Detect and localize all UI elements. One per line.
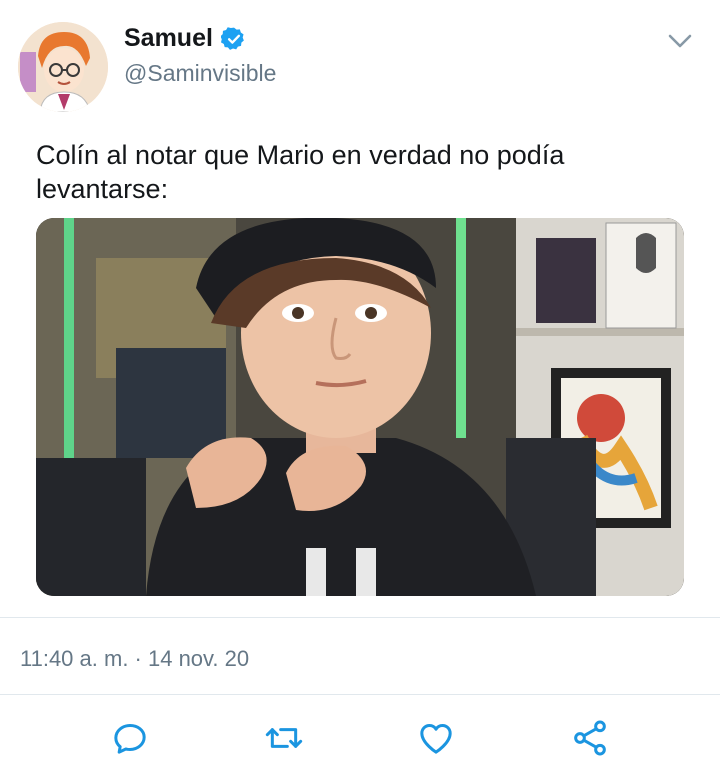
tweet-text: Colín al notar que Mario en verdad no po…	[36, 140, 565, 204]
reply-icon	[114, 724, 146, 754]
display-name[interactable]: Samuel	[124, 24, 213, 53]
like-button[interactable]	[416, 718, 456, 758]
divider-top	[0, 617, 720, 618]
chevron-down-icon[interactable]	[666, 30, 694, 52]
tweet-card: Samuel @Saminvisible Colín al notar que …	[0, 0, 720, 782]
cartoon-avatar-icon	[18, 22, 108, 112]
verified-badge-icon	[220, 26, 244, 50]
tweet-timestamp[interactable]: 11:40 a. m. · 14 nov. 20	[20, 646, 249, 672]
heart-icon	[420, 724, 452, 754]
tweet-media-image[interactable]	[36, 218, 684, 596]
tweet-actions	[0, 712, 720, 764]
avatar[interactable]	[18, 22, 108, 112]
retweet-button[interactable]	[264, 718, 304, 758]
reply-button[interactable]	[110, 718, 150, 758]
share-button[interactable]	[570, 718, 610, 758]
name-row: Samuel	[124, 24, 247, 53]
retweet-icon	[265, 728, 303, 748]
share-icon	[574, 720, 606, 756]
divider-bottom	[0, 694, 720, 695]
user-handle[interactable]: @Saminvisible	[124, 60, 276, 87]
photo-illustration	[36, 218, 684, 596]
